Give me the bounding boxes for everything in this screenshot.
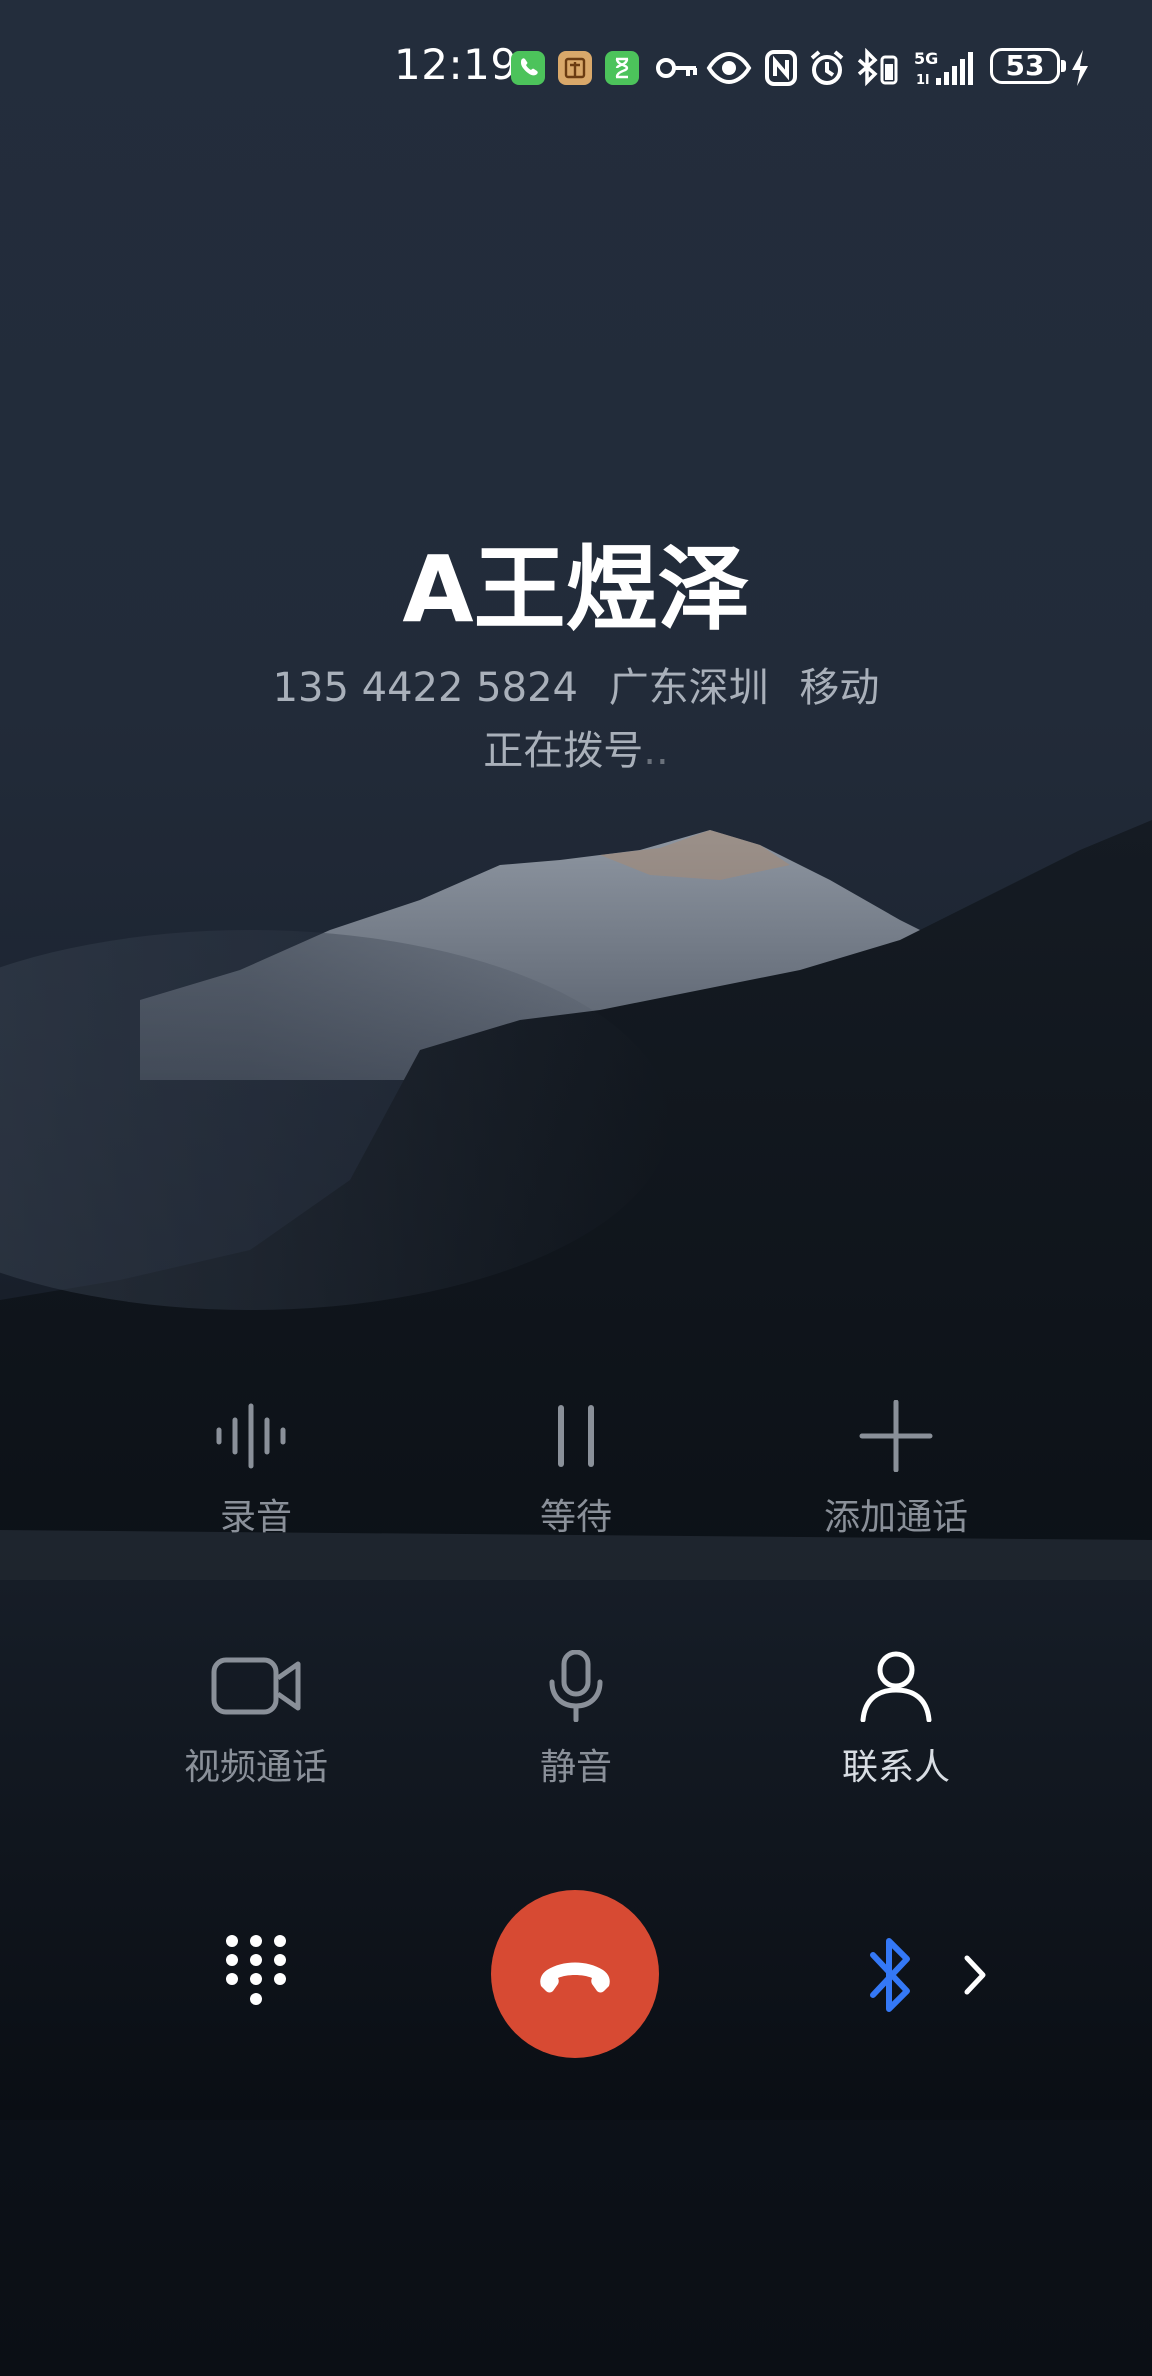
mute-label: 静音 xyxy=(539,1747,612,1788)
plus-icon xyxy=(859,1400,933,1472)
caller-details: 135 4422 5824 广东深圳 移动 xyxy=(0,655,1152,713)
phone-app-icon xyxy=(511,51,545,85)
bluetooth-battery-icon xyxy=(857,48,898,87)
mute-button[interactable]: 静音 xyxy=(426,1650,726,1790)
caller-name: A王煜泽 xyxy=(402,536,750,643)
call-status-dots: .. xyxy=(643,728,669,774)
key-icon xyxy=(656,58,697,78)
hourglass-app-icon xyxy=(605,51,639,85)
person-icon xyxy=(860,1651,932,1722)
svg-text:1l: 1l xyxy=(916,73,930,88)
call-status: 正在拨号.. xyxy=(0,718,1152,776)
add-call-button[interactable]: 添加通话 xyxy=(746,1400,1046,1540)
dialpad-icon[interactable] xyxy=(222,1933,290,2015)
waveform-icon xyxy=(216,1403,286,1469)
status-clock: 12:19 xyxy=(394,40,518,89)
call-status-text: 正在拨号 xyxy=(483,728,644,774)
caller-number: 135 4422 5824 xyxy=(272,665,578,711)
battery-level: 53 xyxy=(1005,49,1045,82)
video-call-label: 视频通话 xyxy=(183,1747,328,1788)
hold-button[interactable]: 等待 xyxy=(426,1400,726,1540)
video-call-button[interactable]: 视频通话 xyxy=(106,1650,406,1790)
record-button[interactable]: 录音 xyxy=(106,1400,406,1540)
record-label: 录音 xyxy=(219,1497,292,1538)
end-call-button[interactable] xyxy=(491,1890,659,2058)
add-call-label: 添加通话 xyxy=(823,1497,968,1538)
chevron-right-icon[interactable] xyxy=(962,1953,988,1997)
end-call-icon xyxy=(540,1962,610,1993)
hold-label: 等待 xyxy=(539,1497,612,1538)
charging-icon xyxy=(1072,50,1088,86)
caller-location: 广东深圳 xyxy=(608,665,769,711)
alarm-icon xyxy=(810,50,844,85)
microphone-icon xyxy=(549,1650,603,1722)
battery-icon: 53 xyxy=(990,48,1060,84)
video-camera-icon xyxy=(211,1657,301,1715)
svg-text:5G: 5G xyxy=(914,49,938,68)
nfc-icon xyxy=(765,50,797,86)
signal-5g-icon: 5G 1l xyxy=(914,49,973,88)
contacts-button[interactable]: 联系人 xyxy=(746,1650,1046,1790)
status-bar: 12:19 5G 1l 53 xyxy=(0,0,1152,130)
battery-nub xyxy=(1061,60,1066,72)
contacts-label: 联系人 xyxy=(841,1747,950,1788)
eye-icon xyxy=(706,51,752,85)
pause-icon xyxy=(558,1405,594,1467)
bluetooth-icon[interactable] xyxy=(867,1933,915,2017)
translate-app-icon xyxy=(558,51,592,85)
caller-carrier: 移动 xyxy=(799,665,880,711)
